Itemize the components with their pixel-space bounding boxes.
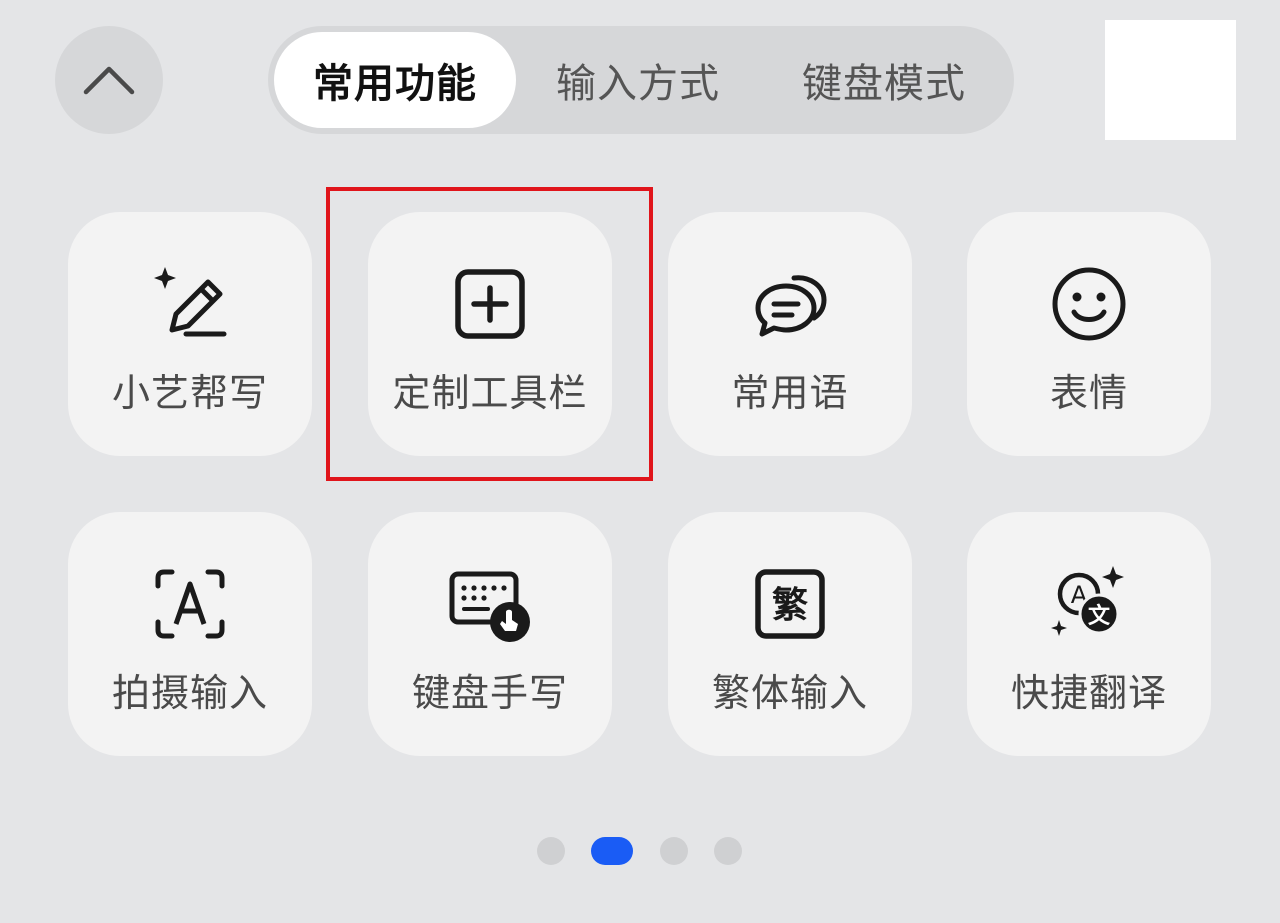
tile-quick-translate[interactable]: A 文 快捷翻译 xyxy=(967,512,1211,756)
smiley-face-icon xyxy=(1039,254,1139,354)
tab-keyboard-mode[interactable]: 键盘模式 xyxy=(768,32,1000,128)
translate-target-glyph: 文 xyxy=(1088,603,1111,629)
page-dot-2-active[interactable] xyxy=(591,837,633,865)
keyboard-handwriting-icon xyxy=(440,554,540,654)
blank-panel xyxy=(1105,20,1236,140)
tile-emoji[interactable]: 表情 xyxy=(967,212,1211,456)
camera-text-scan-icon xyxy=(140,554,240,654)
page-dot-4[interactable] xyxy=(714,837,742,865)
tab-common-functions[interactable]: 常用功能 xyxy=(274,32,516,128)
tile-label: 常用语 xyxy=(731,371,849,415)
tile-customize-toolbar[interactable]: 定制工具栏 xyxy=(368,212,612,456)
page-dot-1[interactable] xyxy=(537,837,565,865)
traditional-glyph: 繁 xyxy=(772,585,808,626)
tab-label: 输入方式 xyxy=(556,61,720,107)
tile-common-phrases[interactable]: 常用语 xyxy=(668,212,912,456)
tile-label: 键盘手写 xyxy=(411,671,568,715)
quick-translate-icon: A 文 xyxy=(1039,554,1139,654)
tile-xiaoyi-write[interactable]: 小艺帮写 xyxy=(68,212,312,456)
tab-label: 键盘模式 xyxy=(802,61,966,107)
ai-write-pencil-icon xyxy=(140,254,240,354)
tile-label: 拍摄输入 xyxy=(111,671,268,715)
tile-label: 表情 xyxy=(1049,371,1128,415)
add-square-icon xyxy=(440,254,540,354)
tile-keyboard-handwriting[interactable]: 键盘手写 xyxy=(368,512,612,756)
tab-label: 常用功能 xyxy=(313,61,477,107)
function-tabs: 常用功能 输入方式 键盘模式 xyxy=(268,26,1014,134)
chevron-up-icon xyxy=(83,66,135,95)
tile-label: 小艺帮写 xyxy=(111,371,268,415)
tile-traditional-input[interactable]: 繁 繁体输入 xyxy=(668,512,912,756)
tile-label: 繁体输入 xyxy=(711,671,868,715)
tab-input-method[interactable]: 输入方式 xyxy=(528,32,748,128)
tile-label: 定制工具栏 xyxy=(392,371,588,415)
tile-label: 快捷翻译 xyxy=(1010,671,1167,715)
page-indicator xyxy=(0,836,1280,866)
collapse-button[interactable] xyxy=(55,26,163,134)
page-dot-3[interactable] xyxy=(660,837,688,865)
traditional-chinese-icon: 繁 xyxy=(740,554,840,654)
tile-photo-input[interactable]: 拍摄输入 xyxy=(68,512,312,756)
chat-bubbles-icon xyxy=(740,254,840,354)
